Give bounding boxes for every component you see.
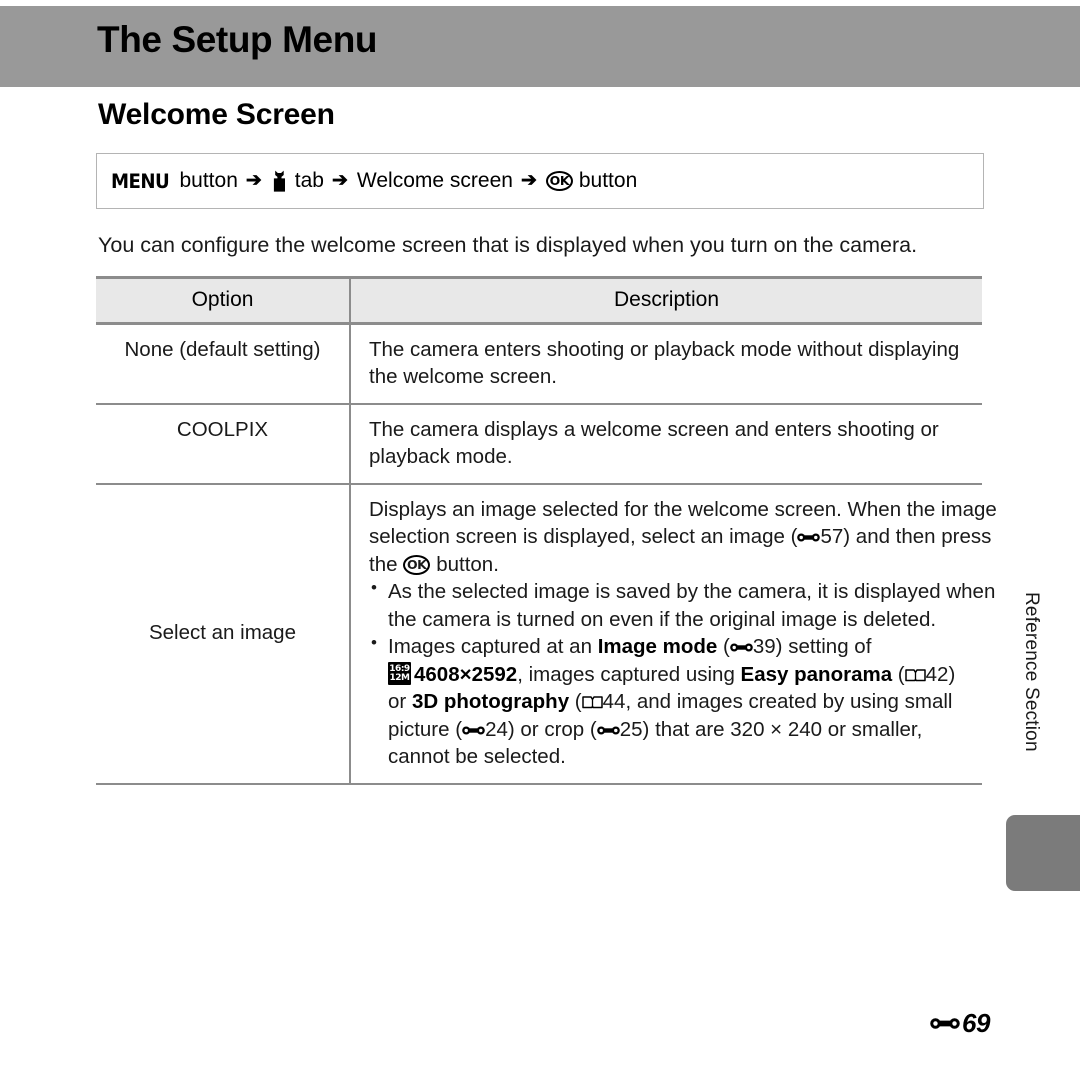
reference-page-number: 57 — [820, 525, 844, 549]
option-name-select-an-image: Select an image — [96, 483, 351, 785]
column-header-option: Option — [96, 276, 351, 325]
image-mode-term: Image mode — [597, 635, 718, 659]
menu-button-word: button — [179, 169, 238, 192]
table-row: None (default setting) The camera enters… — [96, 323, 982, 405]
image-size-megapixels: 12M — [389, 673, 410, 684]
option-name-coolpix: COOLPIX — [96, 403, 351, 485]
resolution-value: 4608×2592 — [414, 662, 518, 686]
description-line: the OK button. — [369, 551, 974, 578]
bullet-line: or 3D photography ( 44, and images creat… — [388, 688, 974, 715]
description-text: ) and then press — [843, 525, 992, 549]
open-book-icon — [581, 695, 603, 709]
reference-section-icon — [930, 1015, 960, 1032]
paren-open: ( — [892, 662, 905, 686]
description-text: selection screen is displayed, select an… — [369, 525, 798, 549]
arrow-right-icon-3: ➔ — [520, 169, 537, 191]
description-text: Images captured at an — [388, 635, 592, 659]
bullet-line: As the selected image is saved by the ca… — [388, 580, 996, 604]
paren-open: ( — [569, 690, 582, 714]
table-header-row: Option Description — [96, 276, 982, 325]
intro-paragraph: You can configure the welcome screen tha… — [98, 233, 918, 257]
page-footer: 69 — [930, 1008, 990, 1039]
menu-path-box: MENU button ➔ tab ➔ Welcome screen ➔ OK … — [96, 153, 984, 209]
reference-section-icon — [730, 641, 753, 654]
ok-button-word: button — [578, 169, 638, 192]
chapter-title: The Setup Menu — [97, 19, 378, 60]
welcome-screen-step: Welcome screen — [356, 169, 513, 192]
bullet-line: cannot be selected. — [388, 745, 566, 769]
description-text: ) or crop ( — [507, 717, 597, 741]
reference-page-number: 25 — [619, 717, 643, 741]
arrow-right-icon-1: ➔ — [245, 169, 262, 191]
manual-page-number: 42 — [925, 662, 949, 686]
description-text: ) that are 320 × 240 or smaller, — [642, 717, 923, 741]
description-text: , and images created by using small — [625, 690, 953, 714]
description-text: picture ( — [388, 717, 463, 741]
column-header-description: Description — [350, 276, 982, 325]
list-item: Images captured at an Image mode ( 39) s… — [369, 632, 974, 770]
description-line: selection screen is displayed, select an… — [369, 523, 991, 550]
3d-photography-term: 3D photography — [411, 690, 570, 714]
description-text: the — [369, 552, 398, 576]
side-tab-label: Reference Section — [1021, 592, 1042, 752]
description-line: Displays an image selected for the welco… — [369, 497, 997, 521]
list-item: As the selected image is saved by the ca… — [369, 577, 996, 633]
description-text: , images captured using — [517, 662, 735, 686]
description-line: the welcome screen. — [369, 365, 558, 389]
reference-page-number: 39 — [752, 635, 776, 659]
option-name-none: None (default setting) — [96, 323, 351, 405]
description-text: or — [388, 690, 407, 714]
ok-button-icon: OK — [545, 171, 573, 191]
description-bullet-list: As the selected image is saved by the ca… — [369, 577, 996, 770]
reference-section-icon — [797, 531, 821, 544]
menu-path-line: MENU button ➔ tab ➔ Welcome screen ➔ OK … — [111, 154, 637, 208]
description-line: playback mode. — [369, 445, 513, 469]
option-description-coolpix: The camera displays a welcome screen and… — [350, 403, 982, 485]
menu-button-step: MENU button — [111, 169, 238, 193]
reference-section-icon — [462, 724, 485, 737]
wrench-icon — [271, 170, 288, 192]
setup-tab-step: tab — [271, 169, 324, 193]
description-line: The camera enters shooting or playback m… — [369, 338, 960, 361]
easy-panorama-term: Easy panorama — [740, 662, 893, 686]
paren-close: ) — [948, 662, 956, 686]
ok-button-step: OK button — [545, 169, 638, 193]
description-text: ) setting of — [775, 635, 872, 659]
option-description-select-an-image: Displays an image selected for the welco… — [350, 483, 997, 785]
manual-page-number: 44 — [602, 690, 626, 714]
bullet-line: Images captured at an Image mode ( 39) s… — [388, 633, 974, 660]
options-table: Option Description None (default setting… — [96, 276, 997, 785]
reference-page-number: 24 — [485, 717, 508, 741]
reference-section-icon — [596, 724, 620, 737]
description-line: The camera displays a welcome screen and… — [369, 417, 939, 441]
open-book-icon — [904, 668, 926, 682]
menu-button-label: MENU — [111, 169, 170, 193]
bullet-line: picture ( 24) or crop (25) that are 320… — [388, 716, 974, 743]
image-size-16-9-12m-icon: 16:9 12M — [388, 661, 411, 685]
description-text: button. — [436, 552, 499, 576]
side-tab-marker — [1006, 815, 1080, 891]
table-row: COOLPIX The camera displays a welcome sc… — [96, 403, 982, 485]
ok-button-icon: OK — [403, 555, 431, 576]
section-title: Welcome Screen — [98, 98, 335, 131]
table-row: Select an image Displays an image select… — [96, 483, 997, 785]
arrow-right-icon-2: ➔ — [332, 169, 348, 191]
setup-tab-word: tab — [294, 169, 324, 192]
paren-open: ( — [717, 635, 730, 659]
option-description-none: The camera enters shooting or playback m… — [350, 323, 982, 405]
page-number: 69 — [962, 1008, 990, 1038]
bullet-line: the camera is turned on even if the orig… — [388, 607, 937, 631]
bullet-line: 16:9 12M 4608×2592, images captured usin… — [388, 661, 974, 688]
